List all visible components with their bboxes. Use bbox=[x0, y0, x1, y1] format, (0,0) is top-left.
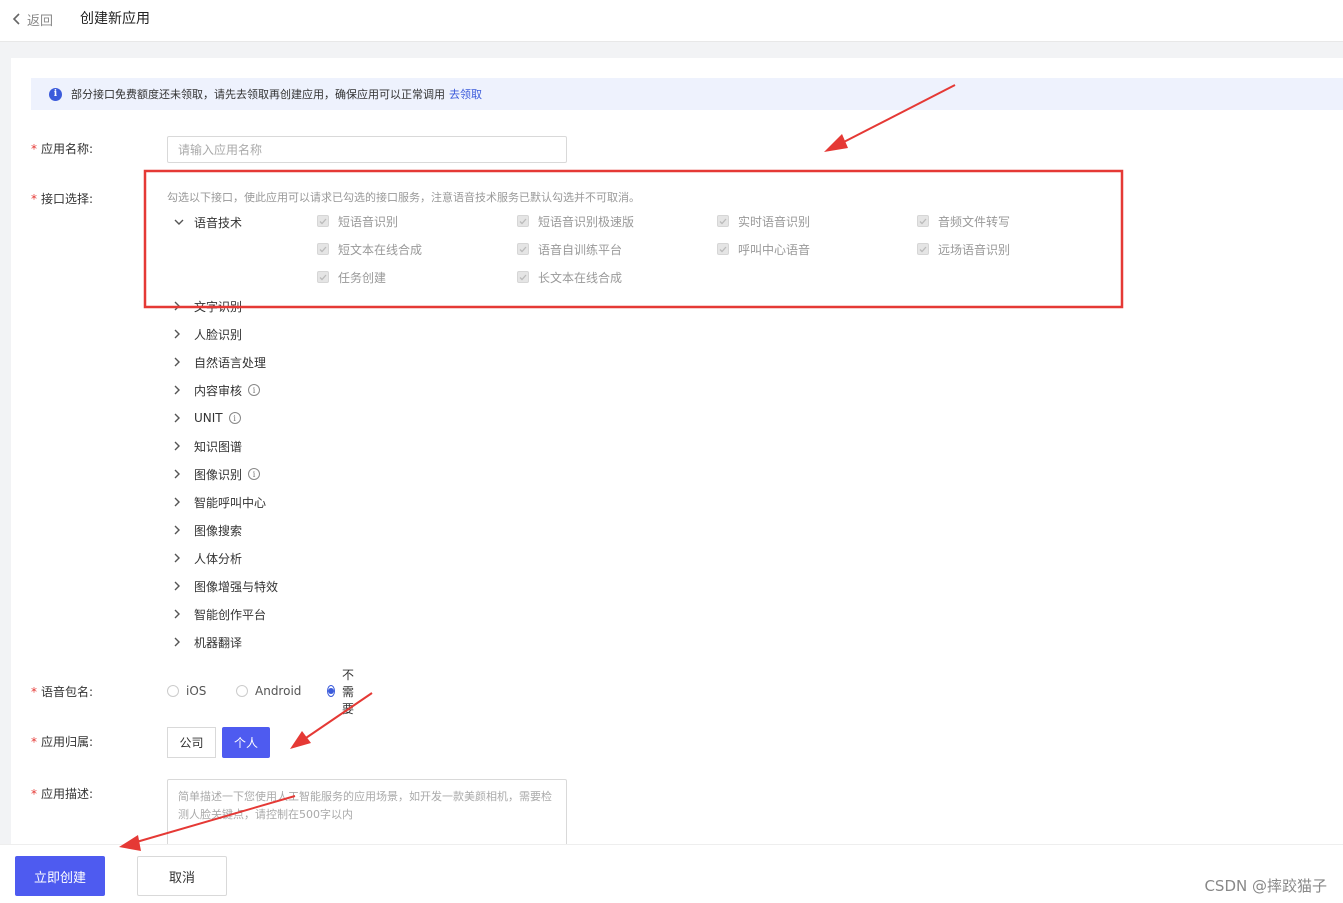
checkbox-api: 音频文件转写 bbox=[917, 213, 1010, 229]
tree-group[interactable]: 智能呼叫中心 bbox=[174, 493, 266, 511]
chevron-right-icon bbox=[174, 609, 186, 619]
tree-group[interactable]: 图像识别 i bbox=[174, 465, 261, 483]
check-icon bbox=[717, 215, 729, 227]
checkbox-api: 长文本在线合成 bbox=[517, 269, 622, 285]
check-icon bbox=[517, 215, 529, 227]
chevron-right-icon bbox=[174, 301, 186, 311]
chevron-right-icon bbox=[174, 637, 186, 647]
checkbox-api: 短语音识别 bbox=[317, 213, 398, 229]
description-label: * 应用描述: bbox=[31, 787, 94, 801]
tree-group[interactable]: 人脸识别 bbox=[174, 325, 242, 343]
ownership-personal-button[interactable]: 个人 bbox=[222, 727, 270, 758]
tree-group-speech[interactable]: 语音技术 bbox=[174, 213, 242, 231]
check-icon bbox=[917, 215, 929, 227]
info-circle-icon[interactable]: i bbox=[248, 468, 261, 480]
notice-banner: i 部分接口免费额度还未领取，请先去领取再创建应用，确保应用可以正常调用 去领取 bbox=[31, 78, 1343, 110]
tree-group[interactable]: 人体分析 bbox=[174, 549, 242, 567]
check-icon bbox=[317, 271, 329, 283]
tree-group[interactable]: 图像增强与特效 bbox=[174, 577, 278, 595]
tree-group[interactable]: 文字识别 bbox=[174, 297, 242, 315]
app-name-input[interactable] bbox=[167, 136, 567, 163]
chevron-right-icon bbox=[174, 469, 186, 479]
check-icon bbox=[317, 243, 329, 255]
tree-group[interactable]: 智能创作平台 bbox=[174, 605, 266, 623]
top-bar: 返回 创建新应用 bbox=[0, 0, 1343, 42]
checkbox-api: 短文本在线合成 bbox=[317, 241, 422, 257]
ownership-company-button[interactable]: 公司 bbox=[167, 727, 216, 758]
radio-not-needed[interactable]: 不需要 bbox=[327, 668, 358, 716]
chevron-right-icon bbox=[174, 441, 186, 451]
back-label: 返回 bbox=[27, 13, 54, 29]
checkbox-api: 实时语音识别 bbox=[717, 213, 810, 229]
checkbox-api: 短语音识别极速版 bbox=[517, 213, 634, 229]
chevron-right-icon bbox=[174, 553, 186, 563]
checkbox-api: 任务创建 bbox=[317, 269, 386, 285]
chevron-right-icon bbox=[174, 357, 186, 367]
chevron-right-icon bbox=[174, 581, 186, 591]
ownership-label: * 应用归属: bbox=[31, 735, 94, 749]
info-circle-icon[interactable]: i bbox=[248, 384, 261, 396]
tree-group[interactable]: 知识图谱 bbox=[174, 437, 242, 455]
checkbox-api: 呼叫中心语音 bbox=[717, 241, 810, 257]
radio-android[interactable]: Android bbox=[236, 683, 301, 699]
package-name-label: * 语音包名: bbox=[31, 685, 94, 699]
tree-group[interactable]: 图像搜索 bbox=[174, 521, 242, 539]
check-icon bbox=[917, 243, 929, 255]
tree-group[interactable]: UNIT i bbox=[174, 409, 241, 427]
checkbox-api: 远场语音识别 bbox=[917, 241, 1010, 257]
api-select-hint: 勾选以下接口，使此应用可以请求已勾选的接口服务，注意语音技术服务已默认勾选并不可… bbox=[167, 191, 640, 204]
info-circle-icon[interactable]: i bbox=[228, 412, 241, 424]
check-icon bbox=[517, 271, 529, 283]
page-title: 创建新应用 bbox=[80, 11, 150, 27]
chevron-right-icon bbox=[174, 385, 186, 395]
app-name-label: * 应用名称: bbox=[31, 142, 94, 156]
chevron-down-icon bbox=[174, 219, 186, 226]
chevron-right-icon bbox=[174, 525, 186, 535]
info-icon: i bbox=[49, 87, 62, 101]
cancel-button[interactable]: 取消 bbox=[137, 856, 227, 896]
chevron-left-icon bbox=[12, 13, 20, 25]
claim-link[interactable]: 去领取 bbox=[449, 86, 482, 102]
api-select-label: * 接口选择: bbox=[31, 192, 94, 206]
check-icon bbox=[317, 215, 329, 227]
checkbox-api: 语音自训练平台 bbox=[517, 241, 622, 257]
chevron-right-icon bbox=[174, 413, 186, 423]
check-icon bbox=[517, 243, 529, 255]
watermark: CSDN @摔跤猫子 bbox=[1204, 877, 1327, 895]
tree-group[interactable]: 内容审核 i bbox=[174, 381, 261, 399]
chevron-right-icon bbox=[174, 497, 186, 507]
notice-text: 部分接口免费额度还未领取，请先去领取再创建应用，确保应用可以正常调用 bbox=[71, 88, 445, 101]
check-icon bbox=[717, 243, 729, 255]
description-textarea[interactable] bbox=[167, 779, 567, 844]
form-panel: i 部分接口免费额度还未领取，请先去领取再创建应用，确保应用可以正常调用 去领取… bbox=[11, 58, 1343, 844]
footer-bar: 立即创建 取消 CSDN @摔跤猫子 bbox=[0, 844, 1343, 903]
tree-group-label: 语音技术 bbox=[194, 215, 243, 230]
create-button[interactable]: 立即创建 bbox=[15, 856, 105, 896]
radio-ios[interactable]: iOS bbox=[167, 683, 206, 699]
tree-group[interactable]: 自然语言处理 bbox=[174, 353, 266, 371]
tree-group[interactable]: 机器翻译 bbox=[174, 633, 242, 651]
back-button[interactable]: 返回 bbox=[12, 9, 53, 29]
chevron-right-icon bbox=[174, 329, 186, 339]
